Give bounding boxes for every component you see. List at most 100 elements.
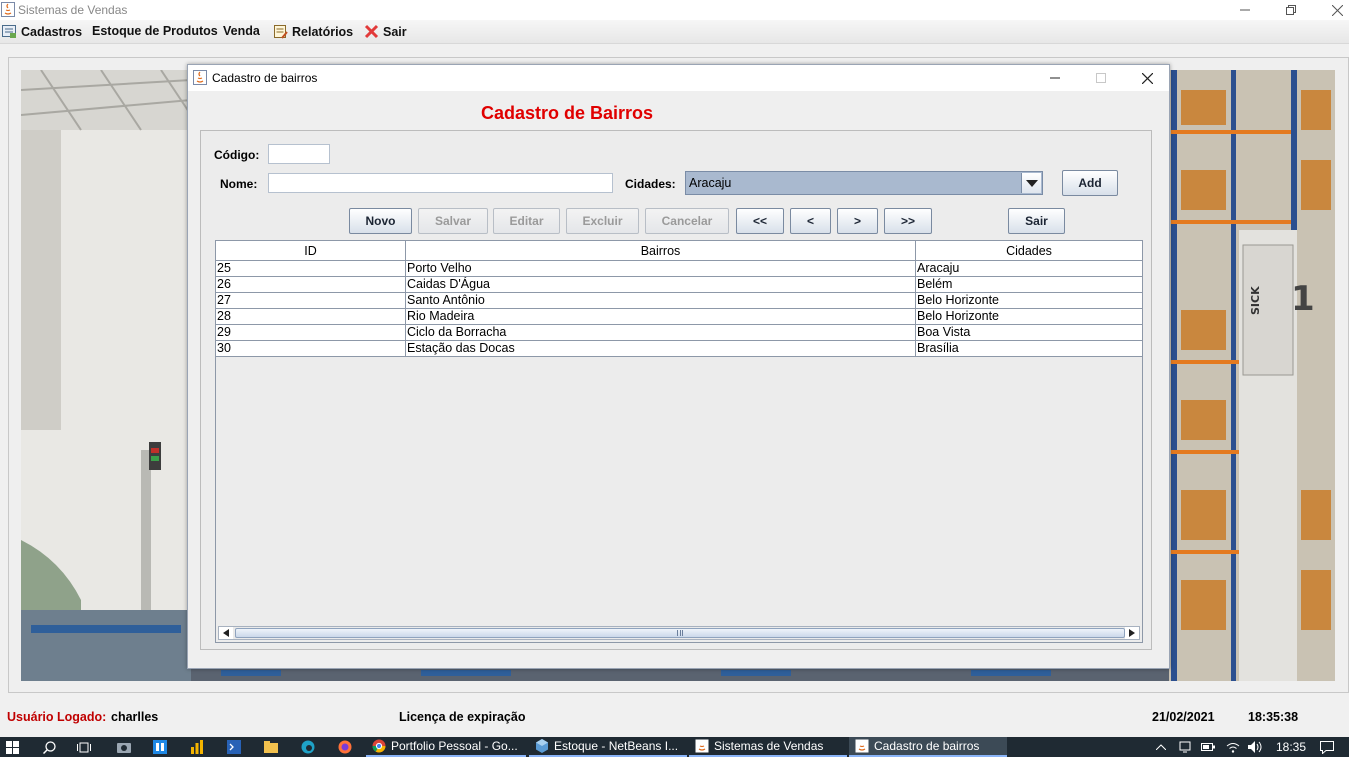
app-title-bar: Sistemas de Vendas [0, 0, 1349, 20]
taskbar-clock: 18:35 [1276, 740, 1307, 754]
close-red-icon [364, 24, 379, 39]
table-body: 25 Porto Velho Aracaju 26 Caidas D'Água … [216, 261, 1142, 357]
notification-icon[interactable] [1320, 740, 1334, 754]
taskbar-app-chrome[interactable]: Portfolio Pessoal - Go... [366, 737, 526, 757]
chart-app-icon[interactable] [190, 740, 204, 754]
java-icon [855, 739, 869, 753]
cell-cidade: Aracaju [917, 261, 960, 275]
tray-device-icon[interactable] [1178, 740, 1192, 754]
minimize-icon [1050, 77, 1060, 79]
cell-id: 28 [216, 309, 406, 324]
window-title: Cadastro de bairros [212, 71, 318, 85]
column-header-cidades[interactable]: Cidades [916, 241, 1142, 261]
cell-cidade: Brasília [917, 341, 959, 355]
chevron-down-icon[interactable] [1021, 173, 1041, 193]
search-icon[interactable] [42, 740, 56, 754]
cell-bairro: Porto Velho [406, 261, 916, 276]
java-icon [1, 2, 15, 17]
file-explorer-icon[interactable] [264, 740, 278, 754]
camera-app-icon[interactable] [117, 740, 131, 754]
battery-icon[interactable] [1201, 740, 1215, 754]
maximize-button[interactable] [1078, 65, 1124, 91]
sair-button[interactable]: Sair [1008, 208, 1065, 234]
previous-record-button[interactable]: < [790, 208, 831, 234]
taskbar-app-sistemas-vendas[interactable]: Sistemas de Vendas [689, 737, 847, 757]
novo-button[interactable]: Novo [349, 208, 412, 234]
cell-id: 26 [216, 277, 406, 292]
scrollbar-thumb[interactable] [235, 628, 1125, 638]
last-record-button[interactable]: >> [884, 208, 932, 234]
minimize-button[interactable] [1032, 65, 1078, 91]
menu-estoque-produtos[interactable]: Estoque de Produtos [92, 24, 218, 38]
cell-id: 27 [216, 293, 406, 308]
wifi-icon[interactable] [1226, 740, 1240, 754]
window-title-bar: Cadastro de bairros [188, 65, 1169, 91]
minimize-button[interactable] [1222, 0, 1268, 20]
taskbar-app-cadastro-bairros[interactable]: Cadastro de bairros [849, 737, 1007, 757]
maximize-icon [1096, 73, 1106, 83]
close-button[interactable] [1314, 0, 1349, 20]
store-app-icon[interactable] [153, 740, 167, 754]
cadastro-bairros-window: Cadastro de bairros Cadastro de Bairros … [187, 64, 1170, 669]
cidades-label: Cidades: [625, 177, 676, 191]
horizontal-scrollbar[interactable] [218, 626, 1140, 640]
windows-logo-icon [5, 740, 19, 754]
menu-label: Estoque de Produtos [92, 24, 218, 38]
menu-cadastros[interactable]: Cadastros [2, 24, 82, 39]
column-header-id[interactable]: ID [216, 241, 406, 261]
page-title: Cadastro de Bairros [481, 103, 654, 123]
chevron-up-icon[interactable] [1154, 740, 1168, 754]
column-header-bairros[interactable]: Bairros [406, 241, 916, 261]
close-button[interactable] [1124, 65, 1170, 91]
restore-button[interactable] [1268, 0, 1314, 20]
status-bar: Usuário Logado: charlles Licença de expi… [0, 700, 1349, 734]
add-button[interactable]: Add [1062, 170, 1118, 196]
powershell-icon[interactable] [227, 740, 241, 754]
cidades-combobox[interactable]: Aracaju [685, 171, 1043, 195]
cell-cidade: Belém [917, 277, 953, 291]
next-record-button[interactable]: > [837, 208, 878, 234]
first-record-button[interactable]: << [736, 208, 784, 234]
cell-bairro: Santo Antônio [406, 293, 916, 308]
menu-relatorios[interactable]: Relatórios [273, 24, 353, 39]
java-icon [193, 70, 207, 85]
triangle-left-icon [223, 629, 229, 637]
triangle-right-icon [1129, 629, 1135, 637]
bairros-table: ID Bairros Cidades 25 Porto Velho Aracaj… [215, 240, 1143, 643]
table-row[interactable]: 28 Rio Madeira Belo Horizonte [216, 309, 1142, 325]
cell-cidade: Belo Horizonte [917, 309, 999, 323]
scroll-right-button[interactable] [1125, 627, 1139, 639]
menu-label: Venda [223, 24, 260, 38]
editar-button[interactable]: Editar [493, 208, 560, 234]
logged-user-label: Usuário Logado: [7, 710, 107, 724]
windows-start-icon[interactable] [5, 740, 19, 754]
codigo-field[interactable] [268, 144, 330, 164]
table-row[interactable]: 25 Porto Velho Aracaju [216, 261, 1142, 277]
firefox-icon[interactable] [338, 740, 352, 754]
table-row[interactable]: 27 Santo Antônio Belo Horizonte [216, 293, 1142, 309]
status-date: 21/02/2021 [1152, 710, 1215, 724]
nome-label: Nome: [220, 177, 258, 191]
salvar-button[interactable]: Salvar [418, 208, 488, 234]
cancelar-button[interactable]: Cancelar [645, 208, 729, 234]
java-icon [695, 739, 709, 753]
excluir-button[interactable]: Excluir [566, 208, 639, 234]
nome-field[interactable] [268, 173, 613, 193]
menu-venda[interactable]: Venda [223, 24, 260, 38]
cell-id: 25 [216, 261, 406, 276]
table-row[interactable]: 29 Ciclo da Borracha Boa Vista [216, 325, 1142, 341]
cell-bairro: Caidas D'Água [406, 277, 916, 292]
scroll-left-button[interactable] [219, 627, 233, 639]
grip-icon [677, 630, 683, 636]
table-row[interactable]: 30 Estação das Docas Brasília [216, 341, 1142, 357]
logged-user-value: charlles [111, 710, 159, 724]
table-row[interactable]: 26 Caidas D'Água Belém [216, 277, 1142, 293]
volume-icon[interactable] [1248, 740, 1262, 754]
taskbar-app-netbeans[interactable]: Estoque - NetBeans I... [529, 737, 687, 757]
app-title: Sistemas de Vendas [18, 3, 128, 17]
menu-sair[interactable]: Sair [364, 24, 407, 39]
menu-bar: Cadastros Estoque de Produtos Venda Rela… [0, 20, 1349, 44]
edge-icon[interactable] [301, 740, 315, 754]
task-view-icon[interactable] [77, 740, 91, 754]
menu-label: Sair [383, 24, 407, 39]
